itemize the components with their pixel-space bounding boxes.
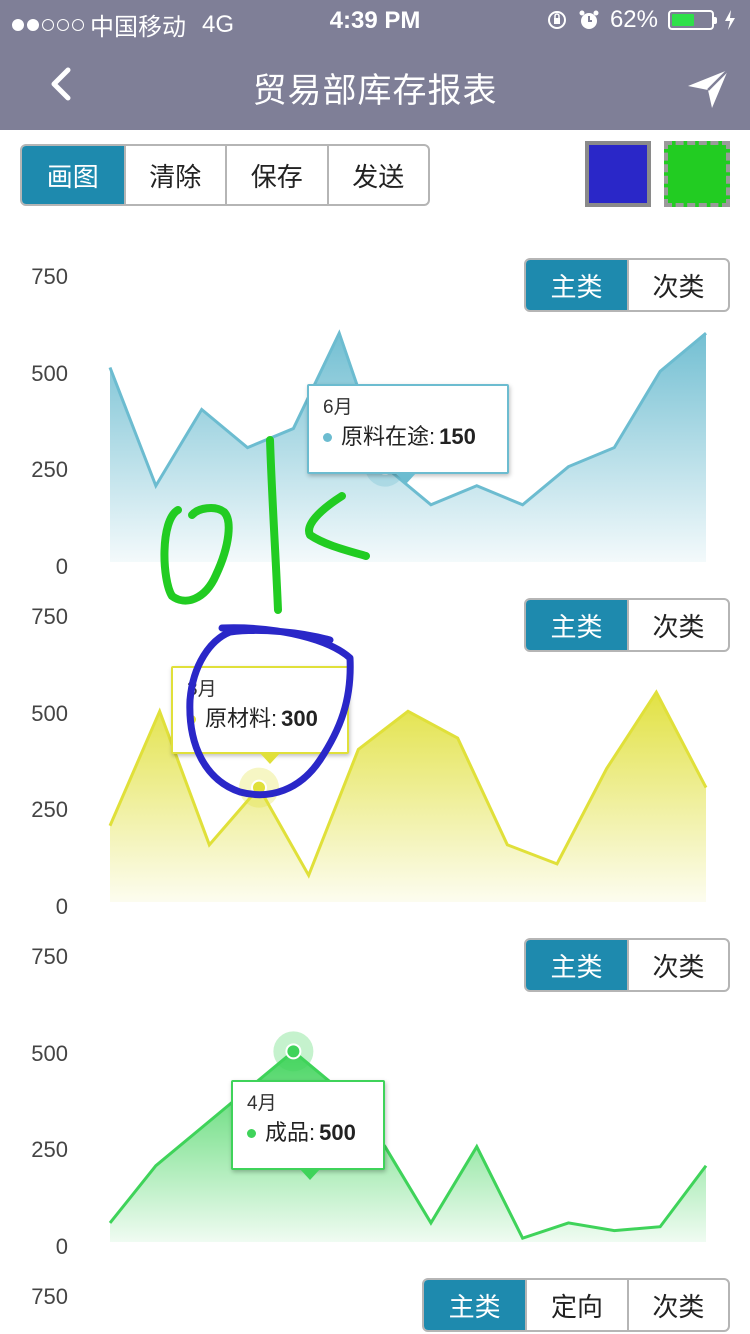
tooltip-month: 3月	[187, 679, 217, 700]
series-dot-icon	[187, 714, 196, 724]
save-button[interactable]: 保存	[225, 146, 327, 204]
green-color-swatch[interactable]	[664, 141, 730, 207]
chart-fourth: 750 主类 定向 次类	[0, 1250, 750, 1334]
tooltip-value: 150	[439, 424, 476, 449]
battery-icon	[668, 10, 717, 30]
tab-main-category[interactable]: 主类	[526, 260, 627, 310]
clear-button[interactable]: 清除	[123, 146, 226, 204]
send-button[interactable]: 发送	[326, 146, 429, 204]
series-dot-icon	[323, 432, 332, 442]
paper-plane-icon[interactable]	[686, 66, 730, 110]
tooltip-series: 原材料	[205, 706, 272, 731]
data-point[interactable]	[251, 779, 267, 796]
tab-sub-category[interactable]: 次类	[626, 940, 728, 990]
status-bar: 中国移动 4G 4:39 PM 62%	[0, 0, 750, 41]
chart-tooltip: 6月 原料在途: 150	[307, 384, 509, 484]
tooltip-row: 成品: 500	[247, 1116, 369, 1150]
tab-sub-category[interactable]: 次类	[626, 1280, 728, 1330]
chart-type-toggle: 主类 次类	[524, 598, 730, 652]
alarm-clock-icon	[579, 10, 599, 29]
tooltip-row: 原料在途: 150	[323, 420, 493, 454]
tooltip-month: 4月	[247, 1093, 277, 1114]
tab-main-category[interactable]: 主类	[424, 1280, 526, 1330]
tooltip-month: 6月	[323, 397, 353, 418]
chart-type-toggle: 主类 次类	[524, 258, 730, 312]
draw-button[interactable]: 画图	[22, 146, 124, 204]
tab-main-category[interactable]: 主类	[526, 600, 627, 650]
battery-percent: 62%	[609, 6, 658, 33]
chart-type-toggle: 主类 定向 次类	[422, 1278, 730, 1332]
chart-tooltip: 4月 成品: 500	[231, 1080, 385, 1180]
tooltip-series: 原料在途	[341, 424, 430, 449]
chart-finished-goods: 750 500 250 0 主类 次类 4月 成品: 500	[0, 910, 750, 1260]
series-area	[110, 1051, 706, 1242]
nav-bar: 贸易部库存报表	[0, 40, 750, 130]
tooltip-series: 成品	[265, 1120, 310, 1145]
tab-sub-category[interactable]: 次类	[626, 260, 728, 310]
tab-main-category[interactable]: 主类	[526, 940, 627, 990]
chart-tooltip: 3月 原材料: 300	[171, 666, 349, 764]
chart-raw-materials: 750 500 250 0 主类 次类 3月 原材料: 300	[0, 570, 750, 920]
tooltip-row: 原材料: 300	[187, 702, 333, 736]
series-dot-icon	[247, 1128, 256, 1138]
blue-color-swatch[interactable]	[585, 141, 651, 207]
y-tick-label: 750	[31, 1284, 68, 1309]
tooltip-value: 500	[319, 1120, 356, 1145]
drawing-toolbar: 画图 清除 保存 发送	[20, 144, 430, 206]
tab-directed[interactable]: 定向	[525, 1280, 626, 1330]
page-title: 贸易部库存报表	[252, 72, 498, 110]
chart-raw-in-transit: 750 500 250 0 主类 次类 6月 原料在途: 150	[0, 230, 750, 580]
charging-bolt-icon	[725, 10, 735, 30]
chart-type-toggle: 主类 次类	[524, 938, 730, 992]
status-right: 62%	[546, 6, 736, 34]
tab-sub-category[interactable]: 次类	[626, 600, 728, 650]
tooltip-value: 300	[281, 706, 318, 731]
data-point[interactable]	[285, 1043, 302, 1060]
rotation-lock-icon	[547, 11, 566, 29]
